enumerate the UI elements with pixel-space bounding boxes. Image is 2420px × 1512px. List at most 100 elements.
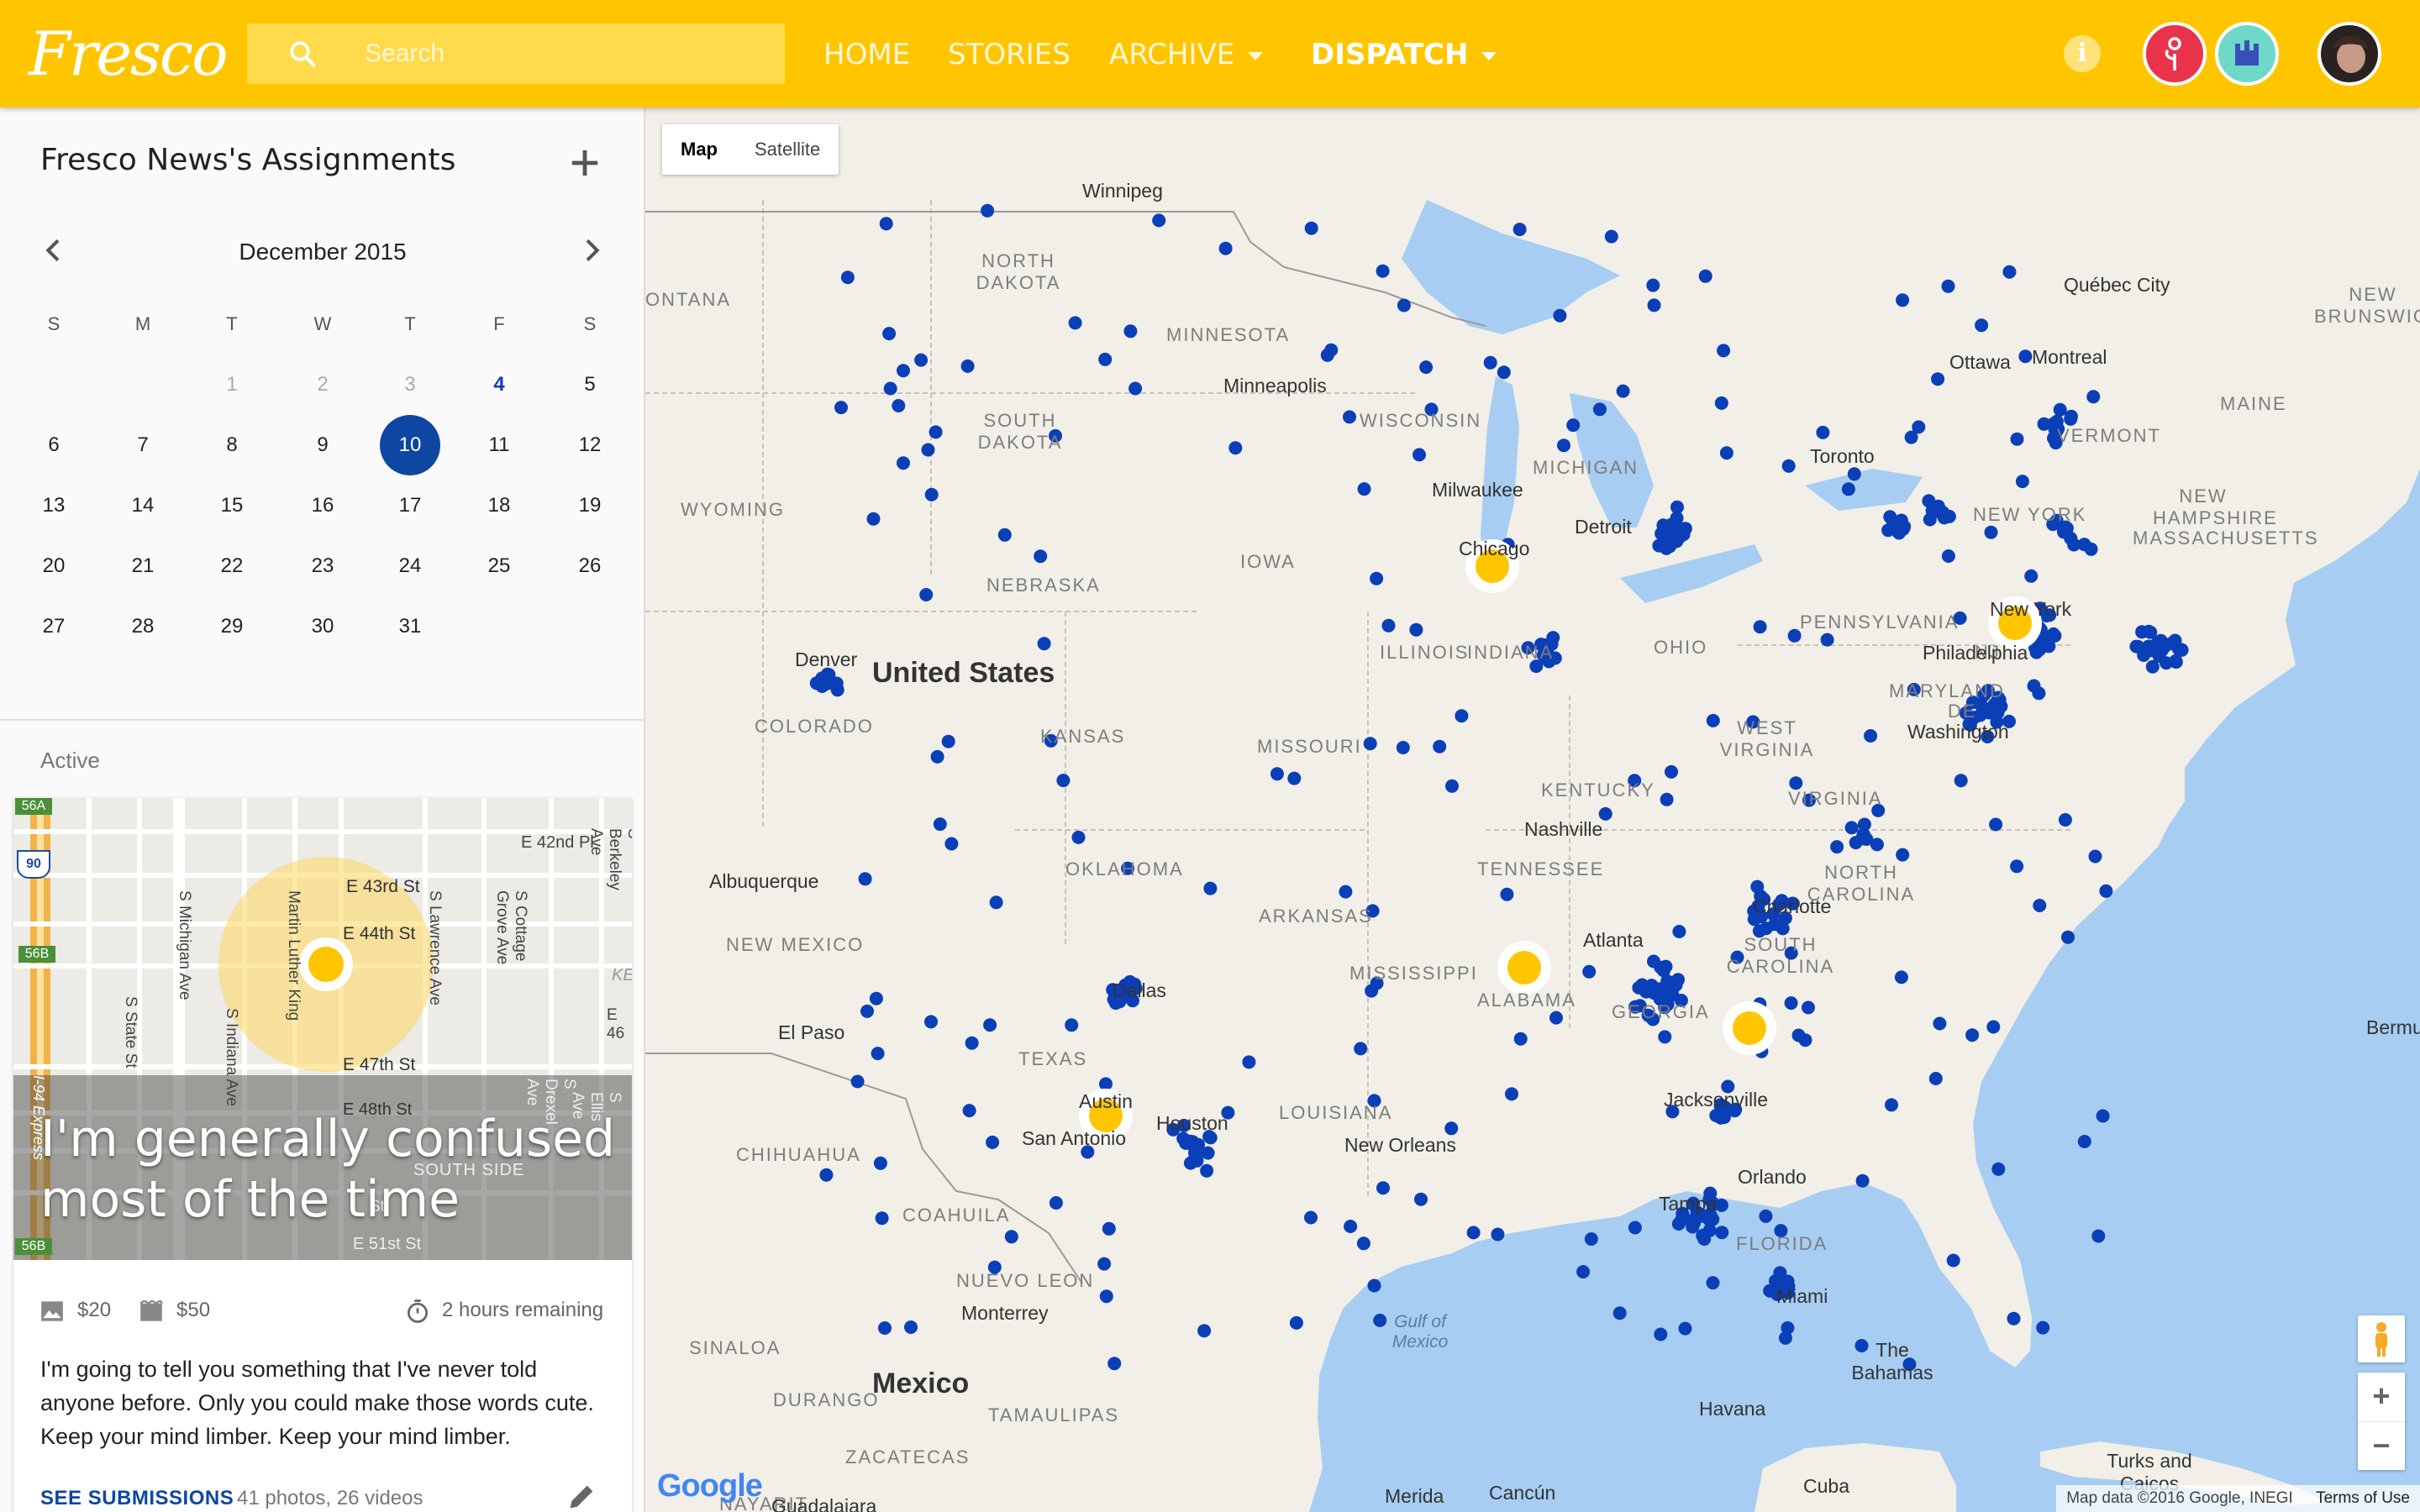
calendar-day[interactable]: 7: [113, 415, 173, 475]
submission-dot[interactable]: [1201, 1146, 1215, 1160]
submission-dot[interactable]: [904, 1320, 918, 1334]
submission-dot[interactable]: [1652, 538, 1666, 553]
submission-dot[interactable]: [1719, 446, 1733, 460]
submission-dot[interactable]: [919, 588, 934, 601]
submission-dot[interactable]: [1714, 396, 1728, 410]
submission-dot[interactable]: [1759, 1209, 1773, 1223]
submission-dot[interactable]: [1344, 1220, 1358, 1233]
submission-dot[interactable]: [1657, 963, 1670, 978]
submission-dot[interactable]: [1612, 1306, 1627, 1320]
assignment-card[interactable]: 56A 90 56B 56B E 42nd Pl E 43rd St E 44t…: [13, 798, 632, 1512]
calendar-day[interactable]: 24: [380, 536, 440, 596]
submission-dot[interactable]: [875, 1211, 889, 1226]
submission-dot[interactable]: [1455, 709, 1469, 723]
submission-dot[interactable]: [981, 203, 995, 218]
submission-dot[interactable]: [1049, 1196, 1063, 1210]
submission-dot[interactable]: [1941, 549, 1955, 563]
submission-dot[interactable]: [1413, 448, 1426, 462]
submission-dot[interactable]: [1004, 1230, 1018, 1244]
fresco-logo[interactable]: Fresco: [29, 18, 229, 89]
submission-dot[interactable]: [1433, 739, 1447, 753]
submission-dot[interactable]: [962, 1104, 976, 1118]
submission-dot[interactable]: [1381, 618, 1396, 633]
submission-dot[interactable]: [1772, 1273, 1786, 1287]
calendar-day[interactable]: 10: [380, 415, 440, 475]
submission-dot[interactable]: [2061, 930, 2075, 944]
calendar-day[interactable]: 6: [24, 415, 84, 475]
add-icon[interactable]: [563, 141, 607, 185]
submission-dot[interactable]: [1894, 970, 1908, 984]
submission-dot[interactable]: [2018, 349, 2033, 364]
calendar-day[interactable]: 5: [560, 354, 620, 415]
submission-dot[interactable]: [2033, 899, 2047, 912]
submission-dot[interactable]: [989, 895, 1003, 910]
submission-dot[interactable]: [1228, 441, 1243, 455]
submission-dot[interactable]: [1376, 264, 1390, 278]
submission-dot[interactable]: [929, 425, 943, 439]
submission-dot[interactable]: [2007, 1311, 2021, 1326]
submission-dot[interactable]: [1513, 1032, 1528, 1046]
submission-dot[interactable]: [2010, 432, 2024, 446]
submission-dot[interactable]: [1941, 279, 1955, 293]
submission-dot[interactable]: [850, 1074, 865, 1089]
submission-dot[interactable]: [1304, 221, 1318, 235]
submission-dot[interactable]: [830, 683, 844, 697]
submission-dot[interactable]: [1152, 213, 1166, 228]
submission-dot[interactable]: [1954, 774, 1968, 788]
submission-dot[interactable]: [1904, 430, 1918, 444]
submission-dot[interactable]: [1242, 1055, 1256, 1069]
zoom-in-button[interactable]: +: [2358, 1373, 2405, 1421]
submission-dot[interactable]: [1370, 571, 1384, 585]
submission-dot[interactable]: [2077, 1135, 2091, 1148]
submission-dot[interactable]: [1830, 840, 1844, 854]
nav-dispatch-dropdown[interactable]: DISPATCH: [1311, 34, 1497, 76]
submission-dot[interactable]: [1200, 1163, 1214, 1178]
terms-of-use-link[interactable]: Terms of Use: [2316, 1489, 2410, 1507]
calendar-day[interactable]: 22: [202, 536, 262, 596]
submission-dot[interactable]: [860, 1004, 874, 1018]
submission-dot[interactable]: [1965, 1028, 1980, 1042]
submission-dot[interactable]: [1881, 523, 1896, 538]
submission-dot[interactable]: [1844, 821, 1859, 835]
submission-dot[interactable]: [1820, 633, 1834, 647]
submission-dot[interactable]: [834, 401, 848, 415]
submission-dot[interactable]: [2165, 636, 2179, 650]
submission-dot[interactable]: [1946, 1253, 1960, 1268]
calendar-day[interactable]: 11: [469, 415, 529, 475]
submission-dot[interactable]: [1870, 837, 1884, 852]
submission-dot[interactable]: [1984, 525, 1998, 539]
submission-dot[interactable]: [1566, 418, 1581, 433]
submission-dot[interactable]: [2091, 1229, 2106, 1243]
submission-dot[interactable]: [1289, 1315, 1303, 1330]
submission-dot[interactable]: [1071, 830, 1086, 844]
submission-dot[interactable]: [1356, 1236, 1370, 1251]
nav-stories[interactable]: STORIES: [948, 34, 1071, 76]
zoom-out-button[interactable]: −: [2358, 1421, 2405, 1470]
submission-dot[interactable]: [1357, 482, 1371, 496]
submission-dot[interactable]: [1483, 355, 1497, 370]
calendar-day[interactable]: 28: [113, 596, 173, 657]
submission-dot[interactable]: [1270, 767, 1284, 781]
submission-dot[interactable]: [1660, 792, 1674, 806]
submission-dot[interactable]: [866, 512, 881, 526]
submission-dot[interactable]: [1097, 1257, 1112, 1271]
submission-dot[interactable]: [960, 359, 975, 373]
submission-dot[interactable]: [2032, 686, 2046, 701]
calendar-day[interactable]: 30: [292, 596, 353, 657]
submission-dot[interactable]: [1802, 1000, 1815, 1015]
submission-dot[interactable]: [1099, 1289, 1113, 1304]
submission-dot[interactable]: [1975, 318, 1989, 333]
submission-dot[interactable]: [1505, 1087, 1518, 1101]
submission-dot[interactable]: [871, 1047, 885, 1061]
submission-dot[interactable]: [930, 749, 944, 764]
chevron-right-icon[interactable]: [575, 234, 608, 267]
submission-dot[interactable]: [1717, 344, 1731, 358]
calendar-day[interactable]: 1: [202, 354, 262, 415]
submission-dot[interactable]: [921, 443, 935, 457]
submission-dot[interactable]: [892, 399, 906, 412]
submission-dot[interactable]: [1102, 1221, 1116, 1236]
submission-dot[interactable]: [1107, 1357, 1122, 1371]
search-input[interactable]: [365, 24, 768, 84]
submission-dot[interactable]: [1991, 1162, 2006, 1176]
calendar-day[interactable]: 31: [380, 596, 440, 657]
